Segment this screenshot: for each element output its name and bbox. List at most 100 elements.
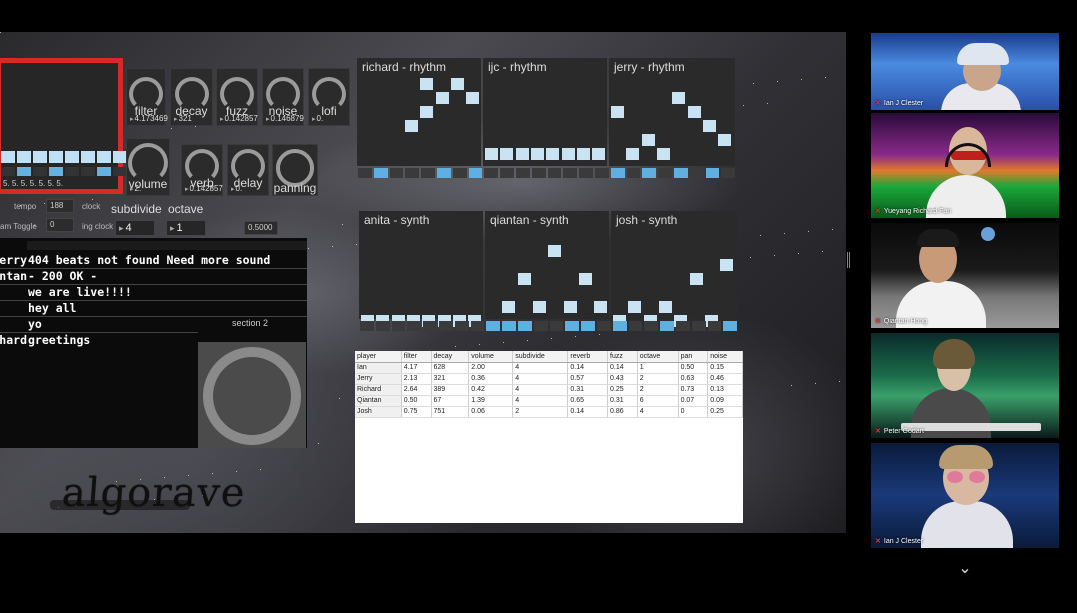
dial-value[interactable]: 0.142857 [220, 114, 258, 123]
star-dot [753, 83, 754, 84]
toggle-label: am Toggle [0, 222, 37, 231]
grid-cell[interactable] [502, 301, 516, 313]
chat-message: yo [0, 317, 198, 333]
filter-dial[interactable]: filter 4.173469 [126, 68, 168, 126]
grid-ijc-rhythm[interactable]: ijc - rhythm [483, 58, 607, 166]
dial-value[interactable]: 0. [312, 114, 324, 123]
grid-cell[interactable] [576, 148, 590, 160]
lofi-dial[interactable]: lofi 0. [308, 68, 350, 126]
grid-cell[interactable] [515, 148, 529, 160]
grid-cell[interactable] [500, 148, 514, 160]
grid-cell[interactable] [611, 106, 624, 118]
grid-cell[interactable] [485, 148, 498, 160]
star-dot [171, 128, 172, 129]
dial-value[interactable]: 321 [174, 114, 192, 123]
grid-cell[interactable] [718, 134, 732, 146]
subdivide-field[interactable]: 4 [115, 220, 155, 236]
grid-cell[interactable] [548, 245, 562, 257]
resize-handle-icon[interactable] [847, 252, 850, 268]
grid-cell[interactable] [532, 301, 546, 313]
table-cell: 4 [512, 384, 569, 396]
xy-pad[interactable] [198, 342, 306, 448]
grid-jerry-rhythm[interactable]: jerry - rhythm [609, 58, 735, 166]
table-header-row: player filter decay volume subdivide rev… [355, 351, 743, 363]
grid-cell[interactable] [594, 301, 608, 313]
chevron-down-icon[interactable]: ⌄ [954, 561, 976, 577]
star-dot [356, 244, 357, 245]
red-step-sequencer[interactable]: 5. 5. 5. 5. 5. 5. 5. [0, 58, 127, 194]
table-row: Qiantan 0.50 67 1.39 4 0.65 0.31 6 0.07 0.09 [355, 395, 743, 407]
dial-label: panning [273, 181, 317, 195]
grid-cell[interactable] [420, 78, 434, 90]
table-cell: 0.14 [607, 362, 638, 374]
table-cell: 0.57 [567, 373, 608, 385]
mic-muted-icon: ✕ [875, 208, 881, 215]
video-tile[interactable]: ✕ Peter Godart [871, 333, 1059, 438]
fuzz-dial[interactable]: fuzz 0.142857 [216, 68, 258, 126]
grid-cell[interactable] [689, 273, 703, 285]
table-cell: 0.25 [607, 384, 638, 396]
dial-value[interactable]: 2. [130, 184, 142, 193]
table-cell: 2.64 [401, 384, 432, 396]
grid-title: josh - synth [616, 213, 678, 227]
delay-dial[interactable]: delay 0. [227, 144, 269, 196]
grid-qiantan-synth[interactable]: qiantan - synth [485, 211, 609, 319]
grid-josh-synth[interactable]: josh - synth [611, 211, 737, 327]
video-tile[interactable]: ✕ Qiantan Hong [871, 223, 1059, 328]
noise-dial[interactable]: noise 0.146879 [262, 68, 304, 126]
grid-title: qiantan - synth [490, 213, 569, 227]
grid-cell[interactable] [626, 148, 640, 160]
video-tile[interactable]: ✕ Yueyang Richard Fan [871, 113, 1059, 218]
grid-anita-synth[interactable]: anita - synth [359, 211, 483, 327]
panning-dial[interactable]: panning [272, 144, 318, 196]
video-tile[interactable]: ✕ Ian J Clester [871, 443, 1059, 548]
grid-cell[interactable] [404, 120, 418, 132]
participant-name: ✕ Ian J Clester [875, 100, 924, 107]
grid-cell[interactable] [435, 92, 449, 104]
tempo-field[interactable]: 188 [46, 199, 74, 213]
grid-cell[interactable] [530, 148, 544, 160]
grid-cell[interactable] [658, 301, 672, 313]
grid-cell[interactable] [578, 273, 592, 285]
table-row: Jerry 2.13 321 0.36 4 0.57 0.43 2 0.63 0.46 [355, 373, 743, 385]
star-dot [479, 344, 480, 345]
verb-dial[interactable]: verb 0.142857 [181, 144, 223, 196]
chat-message: Richard greetings [0, 333, 198, 349]
grid-cell[interactable] [720, 259, 734, 271]
grid-cell[interactable] [628, 301, 642, 313]
grid-cell[interactable] [641, 134, 655, 146]
dial-value[interactable]: 0. [231, 184, 243, 193]
grid-cell[interactable] [656, 148, 670, 160]
value-field[interactable]: 0.5000 [244, 221, 278, 235]
dial-value[interactable]: 0.146879 [266, 114, 304, 123]
grid-cell[interactable] [687, 106, 701, 118]
grid-cell[interactable] [450, 78, 464, 90]
algorave-logo: algorave [60, 470, 248, 516]
toggle-field[interactable]: 0 [46, 218, 74, 232]
grid-cell[interactable] [672, 92, 686, 104]
grid-cell[interactable] [592, 148, 606, 160]
octave-field[interactable]: 1 [166, 220, 206, 236]
volume-dial[interactable]: volume 2. [126, 138, 170, 196]
decay-dial[interactable]: decay 321 [170, 68, 213, 126]
grid-cell[interactable] [546, 148, 560, 160]
table-cell: 2.13 [401, 373, 432, 385]
video-tile[interactable]: ✕ Ian J Clester [871, 33, 1059, 110]
sequencer-values: 5. 5. 5. 5. 5. 5. 5. [3, 179, 64, 188]
grid-cell[interactable] [563, 301, 577, 313]
grid-cell[interactable] [561, 148, 575, 160]
grid-cell[interactable] [466, 92, 480, 104]
grid-cell[interactable] [420, 106, 434, 118]
dial-value[interactable]: 4.173469 [130, 114, 168, 123]
chat-panel: erry 404 beats not found Need more sound… [0, 238, 307, 448]
grid-cell[interactable] [702, 120, 716, 132]
dial-value[interactable]: 0.142857 [185, 184, 223, 193]
star-dot [342, 224, 343, 225]
grid-richard-rhythm[interactable]: richard - rhythm [357, 58, 481, 166]
star-dot [798, 253, 799, 254]
sequencer-cells[interactable] [1, 151, 127, 163]
star-dot [743, 105, 744, 106]
star-dot [318, 443, 319, 444]
column-header: filter [401, 351, 432, 363]
grid-cell[interactable] [517, 273, 531, 285]
